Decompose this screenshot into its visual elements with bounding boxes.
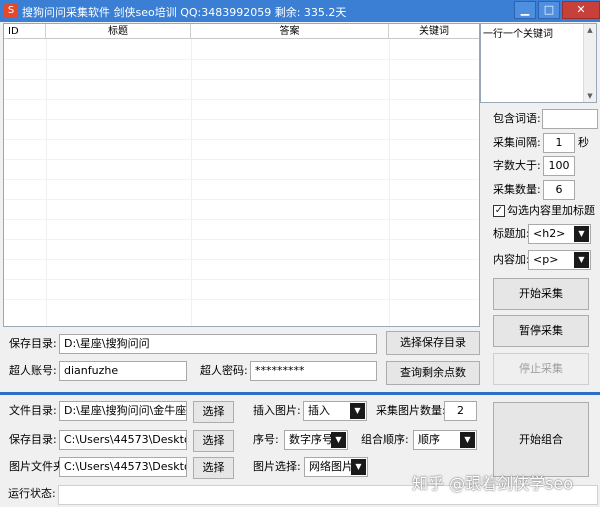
keywords-textarea[interactable]: 一行一个关键词 ▲ ▼ (480, 23, 597, 103)
combine-order-value: 顺序 (418, 433, 440, 446)
image-count-input[interactable]: 2 (444, 401, 477, 421)
combine-save-dir-input[interactable]: C:\Users\44573\Desktop\搜 (59, 430, 187, 450)
grid-divider (389, 39, 390, 326)
keywords-scrollbar[interactable]: ▲ ▼ (583, 24, 596, 102)
chevron-down-icon: ▼ (460, 432, 475, 448)
add-title-label: 勾选内容里加标题 (507, 204, 595, 217)
include-words-input[interactable] (542, 109, 598, 129)
window-title: 搜狗问问采集软件 剑侠seo培训 QQ:3483992059 剩余: 335.2… (22, 6, 347, 19)
grid-row-line (4, 159, 479, 160)
password-input[interactable]: ********* (250, 361, 377, 381)
chevron-down-icon: ▼ (574, 252, 589, 268)
title-bar: S 搜狗问问采集软件 剑侠seo培训 QQ:3483992059 剩余: 335… (0, 0, 600, 22)
collect-count-label: 采集数量: (493, 183, 541, 196)
save-dir-input[interactable]: D:\星座\搜狗问问 (59, 334, 377, 354)
image-dir-input[interactable]: C:\Users\44573\Desktop\图 (59, 457, 187, 477)
maximize-button[interactable]: □ (538, 1, 560, 19)
image-select-label: 图片选择: (253, 460, 301, 473)
add-title-checkbox[interactable]: ✓ (493, 205, 505, 217)
watermark: 知乎 @跟着剑侠学seo (412, 474, 574, 493)
image-source-select[interactable]: 网络图片 ▼ (304, 457, 368, 477)
grid-row-line (4, 119, 479, 120)
grid-row-line (4, 239, 479, 240)
collect-count-input[interactable]: 6 (543, 180, 575, 200)
sequence-select[interactable]: 数字序号 ▼ (284, 430, 348, 450)
chevron-down-icon: ▼ (351, 459, 366, 475)
title-tag-select[interactable]: <h2> ▼ (528, 224, 591, 244)
image-source-value: 网络图片 (309, 460, 353, 473)
column-header-title[interactable]: 标题 (46, 24, 191, 39)
content-tag-label: 内容加: (493, 253, 530, 266)
grid-row-line (4, 219, 479, 220)
select-image-dir-button[interactable]: 选择 (193, 457, 234, 479)
grid-row-line (4, 139, 479, 140)
table-header: ID 标题 答案 关键词 (4, 24, 479, 39)
combine-order-label: 组合顺序: (361, 433, 409, 446)
image-count-label: 采集图片数量: (376, 404, 446, 417)
pause-collect-button[interactable]: 暂停采集 (493, 315, 589, 347)
grid-row-line (4, 59, 479, 60)
combine-order-select[interactable]: 顺序 ▼ (413, 430, 477, 450)
start-combine-button[interactable]: 开始组合 (493, 402, 589, 477)
grid-row-line (4, 299, 479, 300)
combine-save-dir-label: 保存目录: (9, 433, 57, 446)
grid-divider (191, 39, 192, 326)
grid-row-line (4, 199, 479, 200)
interval-label: 采集间隔: (493, 136, 541, 149)
insert-image-label: 插入图片: (253, 404, 301, 417)
grid-divider (46, 39, 47, 326)
scroll-down-icon[interactable]: ▼ (584, 90, 596, 102)
column-header-keyword[interactable]: 关键词 (389, 24, 479, 39)
file-dir-label: 文件目录: (9, 404, 57, 417)
insert-image-value: 插入 (308, 404, 330, 417)
sequence-value: 数字序号 (289, 433, 333, 446)
choose-save-dir-button[interactable]: 选择保存目录 (386, 331, 480, 355)
file-dir-input[interactable]: D:\星座\搜狗问问\金牛座 (59, 401, 187, 421)
scroll-up-icon[interactable]: ▲ (584, 24, 596, 36)
password-label: 超人密码: (200, 364, 248, 377)
grid-row-line (4, 279, 479, 280)
content-tag-select[interactable]: <p> ▼ (528, 250, 591, 270)
section-divider (0, 392, 600, 395)
chevron-down-icon: ▼ (574, 226, 589, 242)
status-label: 运行状态: (8, 487, 56, 500)
chars-min-input[interactable]: 100 (543, 156, 575, 176)
results-table[interactable]: ID 标题 答案 关键词 (3, 23, 480, 327)
app-logo-icon: S (4, 4, 18, 18)
content-tag-value: <p> (533, 253, 559, 266)
select-file-dir-button[interactable]: 选择 (193, 401, 234, 423)
title-tag-label: 标题加: (493, 227, 530, 240)
interval-unit: 秒 (578, 136, 589, 149)
chars-min-label: 字数大于: (493, 159, 541, 172)
keywords-text: 一行一个关键词 (483, 29, 553, 40)
sequence-label: 序号: (253, 433, 279, 446)
chevron-down-icon: ▼ (331, 432, 346, 448)
insert-image-select[interactable]: 插入 ▼ (303, 401, 367, 421)
interval-input[interactable]: 1 (543, 133, 575, 153)
column-header-answer[interactable]: 答案 (191, 24, 389, 39)
start-collect-button[interactable]: 开始采集 (493, 278, 589, 310)
title-tag-value: <h2> (533, 227, 566, 240)
grid-row-line (4, 179, 479, 180)
save-dir-label: 保存目录: (9, 337, 57, 350)
grid-row-line (4, 99, 479, 100)
query-points-button[interactable]: 查询剩余点数 (386, 361, 480, 385)
account-input[interactable]: dianfuzhe (59, 361, 187, 381)
grid-row-line (4, 259, 479, 260)
minimize-button[interactable]: ▁ (514, 1, 536, 19)
column-header-id[interactable]: ID (4, 24, 46, 39)
include-words-label: 包含词语: (493, 112, 541, 125)
stop-collect-button[interactable]: 停止采集 (493, 353, 589, 385)
chevron-down-icon: ▼ (350, 403, 365, 419)
close-button[interactable]: ✕ (562, 1, 600, 19)
account-label: 超人账号: (9, 364, 57, 377)
select-save-dir-button[interactable]: 选择 (193, 430, 234, 452)
grid-row-line (4, 79, 479, 80)
